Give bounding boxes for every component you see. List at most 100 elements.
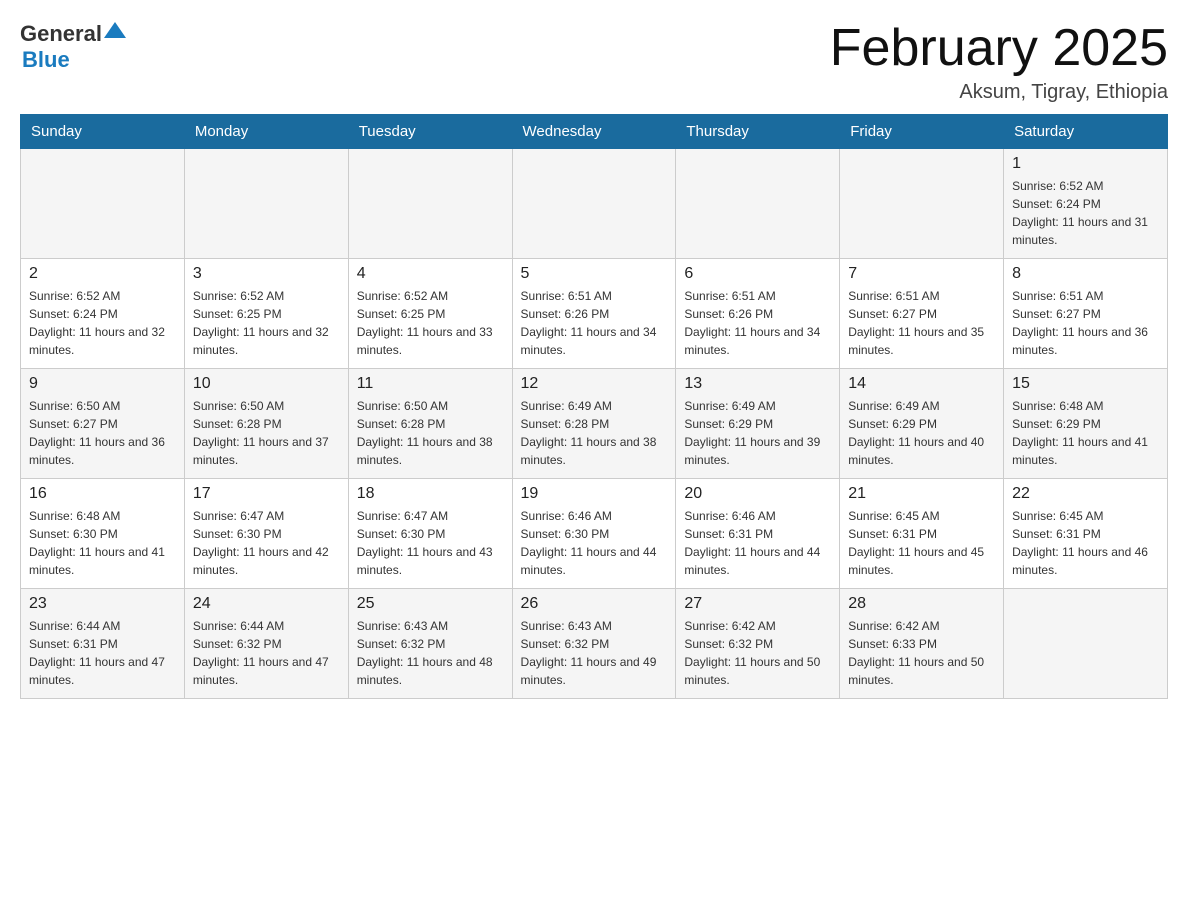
calendar-cell: 23 Sunrise: 6:44 AMSunset: 6:31 PMDayligh… <box>21 589 185 699</box>
day-info: Sunrise: 6:43 AMSunset: 6:32 PMDaylight:… <box>521 617 668 689</box>
day-number: 13 <box>684 375 831 393</box>
day-info: Sunrise: 6:52 AMSunset: 6:25 PMDaylight:… <box>193 287 340 359</box>
calendar-cell: 25 Sunrise: 6:43 AMSunset: 6:32 PMDayligh… <box>348 589 512 699</box>
day-info: Sunrise: 6:49 AMSunset: 6:29 PMDaylight:… <box>684 397 831 469</box>
weekday-header-thursday: Thursday <box>676 115 840 149</box>
day-info: Sunrise: 6:52 AMSunset: 6:25 PMDaylight:… <box>357 287 504 359</box>
calendar-row: 2 Sunrise: 6:52 AMSunset: 6:24 PMDaylight… <box>21 259 1168 369</box>
calendar-cell: 26 Sunrise: 6:43 AMSunset: 6:32 PMDayligh… <box>512 589 676 699</box>
weekday-header-saturday: Saturday <box>1004 115 1168 149</box>
day-info: Sunrise: 6:42 AMSunset: 6:32 PMDaylight:… <box>684 617 831 689</box>
calendar-cell: 1 Sunrise: 6:52 AMSunset: 6:24 PMDaylight… <box>1004 149 1168 259</box>
calendar-row: 16 Sunrise: 6:48 AMSunset: 6:30 PMDayligh… <box>21 479 1168 589</box>
day-info: Sunrise: 6:45 AMSunset: 6:31 PMDaylight:… <box>848 507 995 579</box>
calendar-table: SundayMondayTuesdayWednesdayThursdayFrid… <box>20 114 1168 699</box>
calendar-cell: 8 Sunrise: 6:51 AMSunset: 6:27 PMDaylight… <box>1004 259 1168 369</box>
day-number: 26 <box>521 595 668 613</box>
day-info: Sunrise: 6:48 AMSunset: 6:30 PMDaylight:… <box>29 507 176 579</box>
day-info: Sunrise: 6:52 AMSunset: 6:24 PMDaylight:… <box>29 287 176 359</box>
day-number: 8 <box>1012 265 1159 283</box>
day-number: 23 <box>29 595 176 613</box>
day-number: 14 <box>848 375 995 393</box>
calendar-cell: 27 Sunrise: 6:42 AMSunset: 6:32 PMDayligh… <box>676 589 840 699</box>
day-number: 10 <box>193 375 340 393</box>
day-info: Sunrise: 6:49 AMSunset: 6:29 PMDaylight:… <box>848 397 995 469</box>
page-header: General Blue February 2025 Aksum, Tigray… <box>20 20 1168 104</box>
day-number: 5 <box>521 265 668 283</box>
day-number: 19 <box>521 485 668 503</box>
day-info: Sunrise: 6:44 AMSunset: 6:31 PMDaylight:… <box>29 617 176 689</box>
weekday-header-tuesday: Tuesday <box>348 115 512 149</box>
weekday-header-wednesday: Wednesday <box>512 115 676 149</box>
calendar-header-row: SundayMondayTuesdayWednesdayThursdayFrid… <box>21 115 1168 149</box>
day-info: Sunrise: 6:50 AMSunset: 6:27 PMDaylight:… <box>29 397 176 469</box>
day-number: 6 <box>684 265 831 283</box>
day-info: Sunrise: 6:50 AMSunset: 6:28 PMDaylight:… <box>357 397 504 469</box>
calendar-cell: 17 Sunrise: 6:47 AMSunset: 6:30 PMDayligh… <box>184 479 348 589</box>
day-number: 18 <box>357 485 504 503</box>
day-number: 3 <box>193 265 340 283</box>
calendar-cell: 24Sunrise: 6:44 AMSunset: 6:32 PMDayligh… <box>184 589 348 699</box>
calendar-cell: 15 Sunrise: 6:48 AMSunset: 6:29 PMDayligh… <box>1004 369 1168 479</box>
day-info: Sunrise: 6:44 AMSunset: 6:32 PMDaylight:… <box>193 617 340 689</box>
day-number: 11 <box>357 375 504 393</box>
calendar-cell: 5 Sunrise: 6:51 AMSunset: 6:26 PMDaylight… <box>512 259 676 369</box>
logo-triangle-icon <box>104 20 126 42</box>
calendar-cell: 3 Sunrise: 6:52 AMSunset: 6:25 PMDaylight… <box>184 259 348 369</box>
calendar-cell: 18 Sunrise: 6:47 AMSunset: 6:30 PMDayligh… <box>348 479 512 589</box>
day-number: 12 <box>521 375 668 393</box>
calendar-cell: 9 Sunrise: 6:50 AMSunset: 6:27 PMDaylight… <box>21 369 185 479</box>
day-number: 28 <box>848 595 995 613</box>
day-number: 1 <box>1012 155 1159 173</box>
calendar-row: 9 Sunrise: 6:50 AMSunset: 6:27 PMDaylight… <box>21 369 1168 479</box>
calendar-cell: 10 Sunrise: 6:50 AMSunset: 6:28 PMDayligh… <box>184 369 348 479</box>
day-number: 20 <box>684 485 831 503</box>
title-section: February 2025 Aksum, Tigray, Ethiopia <box>830 20 1168 104</box>
calendar-cell <box>840 149 1004 259</box>
month-title: February 2025 <box>830 20 1168 77</box>
logo-blue-text: Blue <box>22 47 70 73</box>
day-number: 15 <box>1012 375 1159 393</box>
calendar-row: 23 Sunrise: 6:44 AMSunset: 6:31 PMDayligh… <box>21 589 1168 699</box>
day-number: 7 <box>848 265 995 283</box>
day-info: Sunrise: 6:47 AMSunset: 6:30 PMDaylight:… <box>193 507 340 579</box>
day-number: 27 <box>684 595 831 613</box>
weekday-header-sunday: Sunday <box>21 115 185 149</box>
day-info: Sunrise: 6:42 AMSunset: 6:33 PMDaylight:… <box>848 617 995 689</box>
day-number: 16 <box>29 485 176 503</box>
day-number: 22 <box>1012 485 1159 503</box>
day-number: 9 <box>29 375 176 393</box>
day-info: Sunrise: 6:52 AMSunset: 6:24 PMDaylight:… <box>1012 177 1159 249</box>
day-info: Sunrise: 6:46 AMSunset: 6:31 PMDaylight:… <box>684 507 831 579</box>
day-info: Sunrise: 6:45 AMSunset: 6:31 PMDaylight:… <box>1012 507 1159 579</box>
day-info: Sunrise: 6:51 AMSunset: 6:27 PMDaylight:… <box>848 287 995 359</box>
calendar-cell <box>21 149 185 259</box>
calendar-cell <box>1004 589 1168 699</box>
calendar-cell: 22 Sunrise: 6:45 AMSunset: 6:31 PMDayligh… <box>1004 479 1168 589</box>
calendar-cell: 4Sunrise: 6:52 AMSunset: 6:25 PMDaylight… <box>348 259 512 369</box>
calendar-cell: 13 Sunrise: 6:49 AMSunset: 6:29 PMDayligh… <box>676 369 840 479</box>
location-subtitle: Aksum, Tigray, Ethiopia <box>830 81 1168 104</box>
calendar-cell: 7 Sunrise: 6:51 AMSunset: 6:27 PMDaylight… <box>840 259 1004 369</box>
day-number: 2 <box>29 265 176 283</box>
day-number: 17 <box>193 485 340 503</box>
calendar-cell <box>512 149 676 259</box>
day-info: Sunrise: 6:51 AMSunset: 6:27 PMDaylight:… <box>1012 287 1159 359</box>
day-number: 21 <box>848 485 995 503</box>
day-info: Sunrise: 6:48 AMSunset: 6:29 PMDaylight:… <box>1012 397 1159 469</box>
day-info: Sunrise: 6:50 AMSunset: 6:28 PMDaylight:… <box>193 397 340 469</box>
logo: General Blue <box>20 20 126 73</box>
calendar-cell: 28 Sunrise: 6:42 AMSunset: 6:33 PMDayligh… <box>840 589 1004 699</box>
calendar-cell: 11 Sunrise: 6:50 AMSunset: 6:28 PMDayligh… <box>348 369 512 479</box>
calendar-cell: 2 Sunrise: 6:52 AMSunset: 6:24 PMDaylight… <box>21 259 185 369</box>
calendar-cell <box>676 149 840 259</box>
calendar-cell <box>184 149 348 259</box>
day-number: 25 <box>357 595 504 613</box>
day-info: Sunrise: 6:49 AMSunset: 6:28 PMDaylight:… <box>521 397 668 469</box>
calendar-cell: 14 Sunrise: 6:49 AMSunset: 6:29 PMDayligh… <box>840 369 1004 479</box>
day-info: Sunrise: 6:51 AMSunset: 6:26 PMDaylight:… <box>521 287 668 359</box>
day-info: Sunrise: 6:47 AMSunset: 6:30 PMDaylight:… <box>357 507 504 579</box>
weekday-header-monday: Monday <box>184 115 348 149</box>
day-info: Sunrise: 6:43 AMSunset: 6:32 PMDaylight:… <box>357 617 504 689</box>
day-info: Sunrise: 6:51 AMSunset: 6:26 PMDaylight:… <box>684 287 831 359</box>
